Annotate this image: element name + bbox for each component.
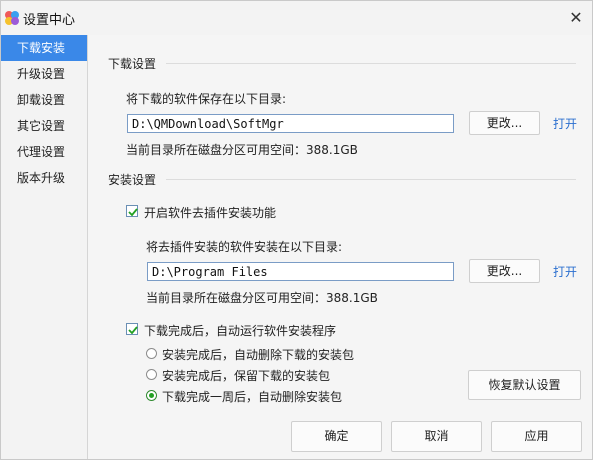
checkmark-icon [128,208,138,217]
auto-run-checkbox[interactable] [126,323,138,335]
radio-delete-after-week-label: 下载完成一周后，自动删除安装包 [162,390,343,404]
settings-content: 下载设置 将下载的软件保存在以下目录: D:\QMDownload\SoftMg… [88,35,592,459]
download-dir-field[interactable]: D:\QMDownload\SoftMgr [127,114,454,133]
radio-delete-after-week[interactable] [146,390,157,401]
app-logo-icon [4,10,20,26]
title-bar: 设置中心 ✕ [1,1,592,35]
sidebar: 下载安装 升级设置 卸载设置 其它设置 代理设置 版本升级 [1,35,88,459]
radio-keep-package[interactable] [146,369,157,380]
plugin-free-label: 开启软件去插件安装功能 [144,206,277,220]
radio-delete-after-install-label: 安装完成后，自动删除下载的安装包 [162,348,355,362]
section-divider [166,63,576,64]
sidebar-item-upgrade-settings[interactable]: 升级设置 [1,61,87,87]
radio-delete-after-install[interactable] [146,348,157,359]
settings-window: 设置中心 ✕ 下载安装 升级设置 卸载设置 其它设置 代理设置 版本升级 下载设… [0,0,593,460]
sidebar-item-version-upgrade[interactable]: 版本升级 [1,165,87,191]
window-title: 设置中心 [23,13,76,28]
download-open-link[interactable]: 打开 [553,115,577,132]
radio-keep-package-label: 安装完成后，保留下载的安装包 [162,369,331,383]
download-change-button[interactable]: 更改... [469,111,540,135]
restore-default-button[interactable]: 恢复默认设置 [468,370,581,400]
download-space-text: 当前目录所在磁盘分区可用空间：388.1GB [126,143,358,157]
install-dir-label: 将去插件安装的软件安装在以下目录: [146,240,343,254]
sidebar-item-uninstall-settings[interactable]: 卸载设置 [1,87,87,113]
cancel-button[interactable]: 取消 [391,421,482,452]
radio-selected-dot [149,393,154,398]
section-divider [166,179,576,180]
install-section-title: 安装设置 [108,173,157,187]
sidebar-item-other-settings[interactable]: 其它设置 [1,113,87,139]
download-dir-label: 将下载的软件保存在以下目录: [126,92,287,106]
apply-button[interactable]: 应用 [491,421,582,452]
ok-button[interactable]: 确定 [291,421,382,452]
install-space-text: 当前目录所在磁盘分区可用空间：388.1GB [146,291,378,305]
checkmark-icon [128,326,138,335]
close-icon[interactable]: ✕ [566,8,586,28]
download-section-title: 下载设置 [108,57,157,71]
plugin-free-checkbox[interactable] [126,205,138,217]
install-dir-field[interactable]: D:\Program Files [147,262,454,281]
sidebar-item-download-install[interactable]: 下载安装 [1,35,87,61]
auto-run-label: 下载完成后，自动运行软件安装程序 [144,324,337,338]
install-change-button[interactable]: 更改... [469,259,540,283]
sidebar-item-proxy-settings[interactable]: 代理设置 [1,139,87,165]
install-open-link[interactable]: 打开 [553,263,577,280]
